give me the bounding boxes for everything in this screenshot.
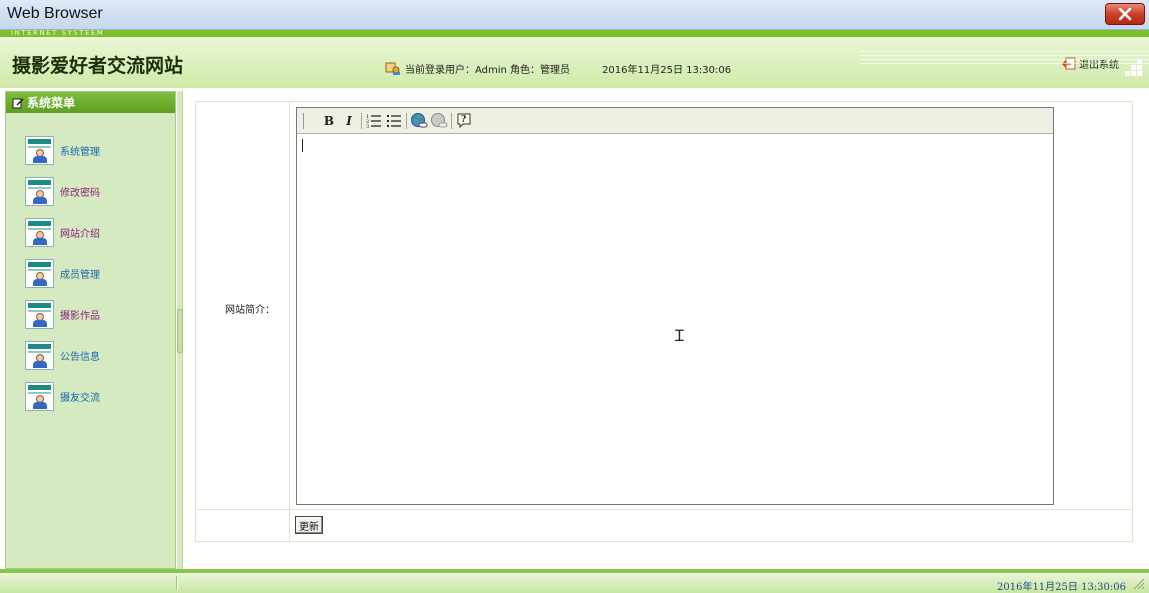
field-label: 网站简介： — [225, 305, 275, 316]
close-icon — [1118, 7, 1132, 21]
header-subtitle: INTERNET SYSTEEM — [11, 29, 105, 37]
sidebar-splitter[interactable] — [177, 91, 183, 569]
current-user-text: 当前登录用户：Admin 角色：管理员 — [405, 65, 571, 76]
rich-text-editor[interactable]: B I 123 ? Ɪ — [296, 107, 1054, 505]
header-decoration — [859, 45, 1149, 89]
help-icon: ? — [457, 113, 471, 128]
user-admin-icon — [25, 299, 54, 329]
link-icon — [411, 112, 428, 127]
user-admin-icon — [25, 135, 54, 165]
svg-text:3: 3 — [366, 124, 369, 129]
field-label-cell: 网站简介： — [196, 102, 290, 510]
status-datetime: 2016年11月25日 13:30:06 — [997, 582, 1126, 593]
sidebar-item-label: 成员管理 — [60, 269, 100, 281]
edit-icon — [12, 97, 24, 108]
status-separator — [176, 576, 178, 590]
toolbar-grip[interactable] — [303, 112, 309, 129]
update-button[interactable]: 更新 — [295, 516, 323, 534]
sidebar-item-forum[interactable]: 摄友交流 — [25, 380, 100, 412]
sidebar-item-photos[interactable]: 摄影作品 — [25, 298, 100, 330]
editor-cell: B I 123 ? Ɪ — [290, 102, 1132, 510]
ibeam-cursor-icon: Ɪ — [675, 326, 684, 345]
window-titlebar: Web Browser — [0, 0, 1149, 30]
bold-button[interactable]: B — [319, 111, 339, 131]
unlink-button[interactable] — [429, 111, 449, 131]
toolbar-separator — [451, 112, 452, 129]
toolbar-separator — [406, 112, 407, 129]
italic-button[interactable]: I — [339, 111, 359, 131]
sidebar: 系统菜单 系统管理 修改密码 网站介绍 成员管理 摄影作品 公告信息 摄友交流 — [5, 91, 176, 569]
ordered-list-button[interactable]: 123 — [364, 111, 384, 131]
bold-icon: B — [323, 113, 335, 128]
user-info: 当前登录用户：Admin 角色：管理员 2016年11月25日 13:30:06 — [385, 61, 731, 76]
resize-grip-icon[interactable] — [1131, 576, 1145, 590]
sidebar-item-system-admin[interactable]: 系统管理 — [25, 134, 100, 166]
window-title: Web Browser — [7, 5, 103, 22]
sidebar-item-change-password[interactable]: 修改密码 — [25, 175, 100, 207]
unordered-list-icon — [387, 114, 401, 127]
app-header: INTERNET SYSTEEM 摄影爱好者交流网站 当前登录用户：Admin … — [0, 30, 1149, 88]
user-admin-icon — [25, 176, 54, 206]
sidebar-item-label: 系统管理 — [60, 146, 100, 158]
sidebar-item-label: 摄影作品 — [60, 310, 100, 322]
splitter-grip[interactable] — [177, 309, 183, 353]
site-title: 摄影爱好者交流网站 — [12, 55, 184, 77]
toolbar-separator — [361, 112, 362, 129]
user-admin-icon — [25, 217, 54, 247]
svg-text:?: ? — [461, 115, 466, 125]
editor-toolbar: B I 123 ? — [297, 108, 1053, 134]
sidebar-item-members[interactable]: 成员管理 — [25, 257, 100, 289]
text-caret — [302, 139, 303, 152]
intro-form: 网站简介： B I 123 ? Ɪ 更新 — [195, 101, 1133, 542]
sidebar-item-announcements[interactable]: 公告信息 — [25, 339, 100, 371]
button-row-label-cell — [196, 510, 290, 541]
user-admin-icon — [25, 258, 54, 288]
sidebar-item-label: 公告信息 — [60, 351, 100, 363]
status-bar: 2016年11月25日 13:30:06 — [0, 569, 1149, 593]
user-admin-icon — [25, 340, 54, 370]
close-button[interactable] — [1105, 3, 1145, 25]
sidebar-item-label: 修改密码 — [60, 187, 100, 199]
dots-decoration-icon — [1125, 59, 1142, 76]
sidebar-item-label: 摄友交流 — [60, 392, 100, 404]
menu-title-label: 系统菜单 — [27, 96, 76, 110]
user-admin-icon — [25, 381, 54, 411]
ordered-list-icon: 123 — [366, 114, 381, 129]
link-button[interactable] — [409, 111, 429, 131]
italic-icon: I — [346, 113, 352, 128]
sidebar-menu-title: 系统菜单 — [6, 92, 175, 113]
sidebar-item-label: 网站介绍 — [60, 228, 100, 240]
unordered-list-button[interactable] — [384, 111, 404, 131]
header-datetime: 2016年11月25日 13:30:06 — [602, 65, 732, 76]
unlink-icon — [431, 112, 448, 127]
user-icon — [385, 62, 400, 75]
main-content: 网站简介： B I 123 ? Ɪ 更新 — [184, 91, 1144, 569]
help-button[interactable]: ? — [454, 111, 474, 131]
sidebar-item-site-intro[interactable]: 网站介绍 — [25, 216, 100, 248]
